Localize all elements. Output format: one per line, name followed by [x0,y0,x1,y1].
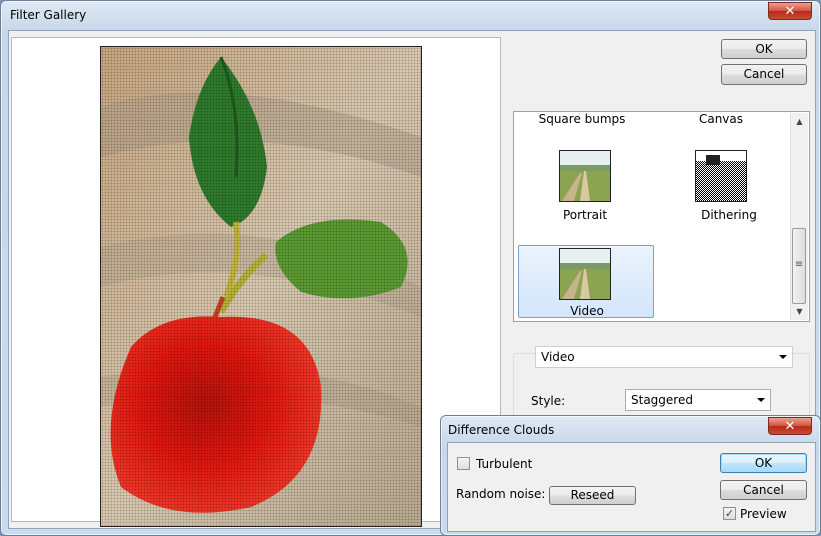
style-select[interactable]: Staggered [625,389,771,411]
gallery-scrollbar[interactable]: ▲ ≡ ▼ [790,113,808,320]
filter-gallery-list[interactable]: Square bumps Canvas Portrait Dithering V… [513,111,810,322]
turbulent-label[interactable]: Turbulent [476,457,532,471]
grip-icon: ≡ [794,259,804,270]
chevron-down-icon [779,355,787,359]
gallery-item-label: Video [570,304,604,318]
scroll-up-icon[interactable]: ▲ [791,113,808,130]
close-icon: ✕ [784,4,796,19]
dialog-close-button[interactable]: ✕ [768,417,812,435]
random-noise-label: Random noise: [456,487,546,501]
filter-select-value: Video [541,350,575,364]
close-button[interactable]: ✕ [768,2,812,20]
style-label: Style: [531,394,566,408]
close-icon: ✕ [784,419,796,434]
dialog-cancel-button[interactable]: Cancel [720,480,807,500]
landscape-thumbnail-icon [560,151,610,201]
preview-label[interactable]: Preview [740,507,787,521]
scroll-down-icon[interactable]: ▼ [791,303,808,320]
gallery-item-label: Dithering [701,208,757,222]
turbulent-checkbox[interactable] [457,457,470,470]
dithered-thumbnail-icon [696,151,746,201]
dialog-title: Difference Clouds [448,423,555,437]
portrait-thumbnail [559,150,611,202]
gallery-item-label-square-bumps[interactable]: Square bumps [522,112,642,126]
cancel-button[interactable]: Cancel [721,64,807,85]
gallery-item-video[interactable]: Video [518,245,654,318]
gallery-item-label: Portrait [562,208,608,222]
apple-painting [101,47,421,526]
preview-checkbox[interactable]: ✓ [723,507,736,520]
preview-panel [11,37,501,527]
style-select-value: Staggered [631,393,693,407]
window-title: Filter Gallery [10,8,87,22]
preview-image [100,46,422,527]
dialog-client-area: Turbulent Random noise: Reseed OK Cancel… [447,442,816,532]
ok-button[interactable]: OK [721,39,807,59]
landscape-thumbnail-icon [560,249,610,299]
gallery-item-label-canvas[interactable]: Canvas [661,112,781,126]
chevron-down-icon [757,398,765,402]
checkmark-icon: ✓ [724,507,735,520]
dithering-thumbnail [695,150,747,202]
reseed-button[interactable]: Reseed [549,486,636,505]
title-bar[interactable]: Filter Gallery ✕ [1,1,820,31]
dialog-title-bar[interactable]: Difference Clouds ✕ [441,416,820,442]
filter-select[interactable]: Video [535,346,793,368]
scroll-thumb[interactable]: ≡ [792,228,806,304]
dialog-ok-button[interactable]: OK [720,453,807,473]
difference-clouds-dialog: Difference Clouds ✕ Turbulent Random noi… [440,415,821,536]
video-thumbnail [559,248,611,300]
